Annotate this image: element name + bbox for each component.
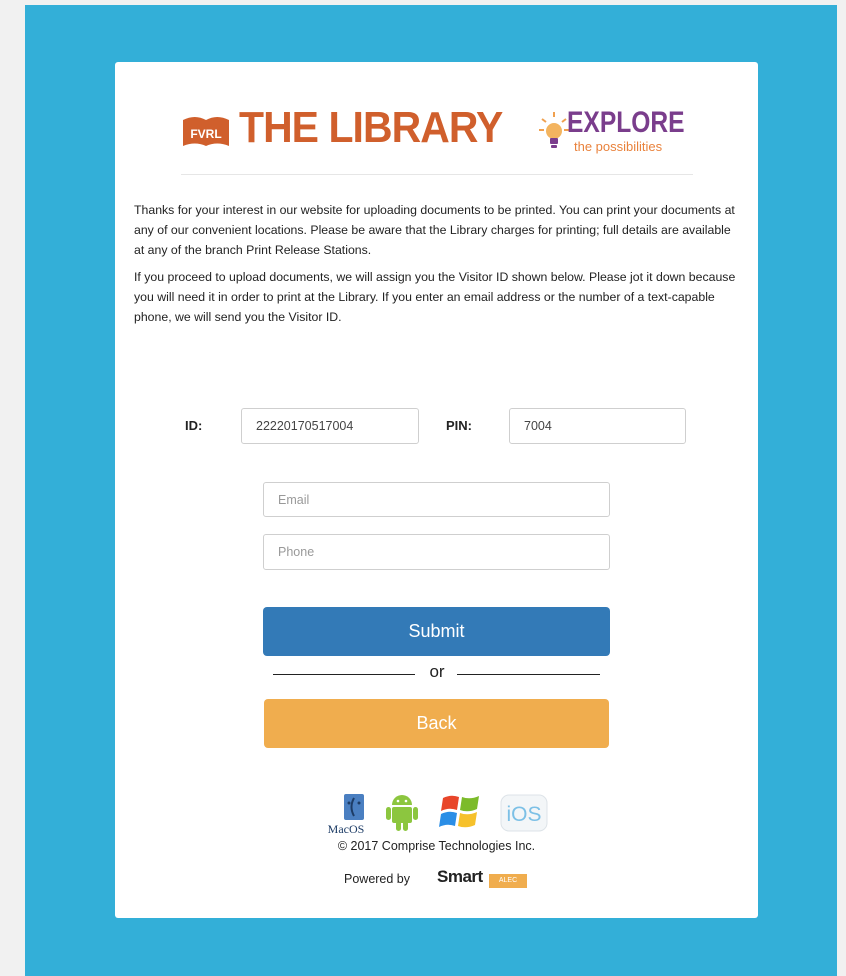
- brand-title: THE LIBRARY: [239, 103, 503, 152]
- open-book-icon: FVRL: [181, 114, 231, 150]
- pin-label: PIN:: [446, 418, 472, 433]
- intro-paragraph-1: Thanks for your interest in our website …: [134, 203, 735, 257]
- smart-alec-logo: Smart: [437, 867, 483, 886]
- email-field[interactable]: [263, 482, 610, 517]
- back-button[interactable]: Back: [264, 699, 609, 748]
- ios-icon: iOS: [499, 793, 549, 833]
- logo-divider: [181, 174, 693, 175]
- visitor-id-field[interactable]: [241, 408, 419, 444]
- macos-icon: MacOS: [320, 792, 372, 836]
- submit-button[interactable]: Submit: [263, 607, 610, 656]
- macos-label: MacOS: [328, 822, 365, 836]
- phone-field[interactable]: [263, 534, 610, 570]
- intro-paragraph-2: If you proceed to upload documents, we w…: [134, 270, 736, 324]
- brand-badge-text: FVRL: [190, 127, 221, 141]
- or-divider-right: [457, 674, 600, 675]
- smart-alec-badge: ALEC: [489, 874, 527, 888]
- powered-by-text: Powered by: [344, 872, 411, 886]
- pin-field[interactable]: [509, 408, 686, 444]
- explore-text: EXPLORE: [567, 106, 685, 139]
- tagline: the possibilities: [574, 139, 663, 154]
- lightbulb-icon: [538, 110, 570, 152]
- intro-text: Thanks for your interest in our website …: [134, 200, 744, 334]
- copyright-text: © 2017 Comprise Technologies Inc.: [337, 839, 536, 853]
- ios-label: iOS: [506, 803, 541, 826]
- library-logo: FVRL THE LIBRARY EXPLORE the possibiliti…: [181, 103, 693, 166]
- windows-icon: [437, 792, 485, 832]
- android-icon: [383, 791, 421, 833]
- upload-card: FVRL THE LIBRARY EXPLORE the possibiliti…: [115, 62, 758, 918]
- id-label: ID:: [185, 418, 203, 433]
- or-text: or: [429, 662, 445, 681]
- or-divider-left: [273, 674, 415, 675]
